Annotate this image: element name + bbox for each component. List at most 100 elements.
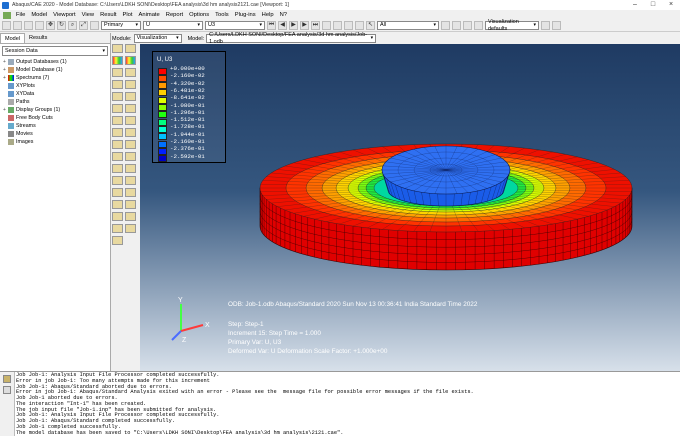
tree-item-label: Streams [16,123,36,129]
plot-contours-icon[interactable] [112,56,123,65]
fit-icon[interactable]: ⤢ [79,21,88,30]
animation-options-icon[interactable] [125,104,136,113]
next-frame-icon[interactable]: ▶ [300,21,309,30]
increment-info: Increment 15: Step Time = 1.000 [228,330,321,337]
plot-undeformed-icon[interactable] [112,44,123,53]
menu-animate[interactable]: Animate [136,12,163,18]
remove-icon[interactable] [463,21,472,30]
zoom-icon[interactable]: ⌕ [68,21,77,30]
overlay-plot-icon[interactable] [125,80,136,89]
animate-harmonic-icon[interactable] [112,104,123,113]
close-icon[interactable]: × [662,0,680,10]
field-output-dialog-icon[interactable] [125,224,136,233]
legend-value: -2.160e-01 [170,138,205,145]
new-icon[interactable] [2,21,11,30]
menu-bar: File Model Viewport View Result Plot Ani… [0,10,680,20]
tree-item-paths[interactable]: Paths [0,98,110,106]
play-icon[interactable]: ▶ [289,21,298,30]
result-options-icon[interactable] [112,236,123,245]
plot-symbols-icon[interactable] [112,68,123,77]
message-area-icon[interactable] [3,375,11,383]
plot-deformed-icon[interactable] [125,44,136,53]
perspective-icon[interactable] [552,21,561,30]
query-icon[interactable] [441,21,450,30]
tree-item-images[interactable]: Images [0,138,110,146]
visualization-defaults-combo[interactable]: Visualization defaults▾ [485,21,539,30]
maximize-icon[interactable]: □ [644,0,662,10]
tree-item-xyplots[interactable]: XYPlots [0,82,110,90]
prev-frame-icon[interactable]: ◀ [278,21,287,30]
superimpose-options-icon[interactable] [112,128,123,137]
replace-icon[interactable] [452,21,461,30]
menu-plot[interactable]: Plot [120,12,136,18]
menu-viewport[interactable]: Viewport [50,12,78,18]
menu-tools[interactable]: Tools [212,12,232,18]
display-icon[interactable] [474,21,483,30]
create-path-icon[interactable] [125,140,136,149]
menu-model[interactable]: Model [28,12,50,18]
plot-contours-both-icon[interactable] [125,56,136,65]
arrow-icon[interactable]: ↖ [366,21,375,30]
selection-combo[interactable]: All▾ [377,21,439,30]
python-console-icon[interactable] [3,386,11,394]
minimize-icon[interactable]: – [626,0,644,10]
menu-result[interactable]: Result [97,12,119,18]
field-output-icon[interactable] [90,21,99,30]
display-group-create-icon[interactable] [112,176,123,185]
activate-view-cut-icon[interactable] [125,152,136,161]
menu-context-help[interactable]: N? [277,12,290,18]
display-group-manager-icon[interactable] [125,176,136,185]
free-body-cut-icon[interactable] [112,164,123,173]
menu-file[interactable]: File [13,12,28,18]
contour-options-icon[interactable] [112,116,123,125]
tree-item-spectrums[interactable]: +Spectrums (7) [0,74,110,82]
tree-item-display-groups[interactable]: +Display Groups (1) [0,106,110,114]
session-data-combo[interactable]: Session Data▾ [2,46,108,56]
color-code-icon[interactable] [125,212,136,221]
rotate-icon[interactable]: ↻ [57,21,66,30]
allow-multiple-plots-icon[interactable] [112,80,123,89]
tree-item-output-databases[interactable]: +Output Databases (1) [0,58,110,66]
common-options-icon[interactable] [125,116,136,125]
render-style-icon[interactable] [541,21,550,30]
xy-data-manager-icon[interactable] [112,140,123,149]
tree-item-free-body-cuts[interactable]: Free Body Cuts [0,114,110,122]
pan-icon[interactable]: ✥ [46,21,55,30]
view-cut-icon[interactable] [112,152,123,161]
animate-scale-icon[interactable] [112,92,123,101]
frame-icon[interactable] [344,21,353,30]
stream-create-icon[interactable] [125,164,136,173]
select-icon[interactable] [355,21,364,30]
step-frame-icon[interactable] [112,224,123,233]
component-combo[interactable]: U3▾ [205,21,265,30]
menu-options[interactable]: Options [186,12,212,18]
first-frame-icon[interactable]: ⏮ [267,21,276,30]
report-field-icon[interactable] [125,188,136,197]
tree-item-xydata[interactable]: XYData [0,90,110,98]
menu-report[interactable]: Report [163,12,186,18]
model-combo[interactable]: C:/Users/LDKH SONI/Desktop/FEA analysis/… [206,34,376,43]
spectrum-icon[interactable] [112,212,123,221]
module-combo[interactable]: Visualization▾ [134,34,182,43]
tree-item-model-database[interactable]: +Model Database (1) [0,66,110,74]
probe-values-icon[interactable] [112,200,123,209]
animate-time-icon[interactable] [125,92,136,101]
last-frame-icon[interactable]: ⏭ [311,21,320,30]
menu-plugins[interactable]: Plug-ins [232,12,259,18]
menu-view[interactable]: View [79,12,97,18]
tree-item-movies[interactable]: Movies [0,130,110,138]
viewport[interactable]: U, U3 +0.000e+00-2.160e-02-4.320e-02-6.4… [140,44,680,371]
primary-combo[interactable]: Primary▾ [101,21,141,30]
camera-icon[interactable] [333,21,342,30]
print-icon[interactable] [35,21,44,30]
section-points-icon[interactable] [125,200,136,209]
save-icon[interactable] [24,21,33,30]
menu-help[interactable]: Help [259,12,277,18]
plot-material-orientation-icon[interactable] [125,68,136,77]
create-xy-data-icon[interactable] [125,128,136,137]
tree-item-streams[interactable]: Streams [0,122,110,130]
open-icon[interactable] [13,21,22,30]
variable-combo[interactable]: U▾ [143,21,203,30]
film-icon[interactable] [322,21,331,30]
query-info-icon[interactable] [112,188,123,197]
